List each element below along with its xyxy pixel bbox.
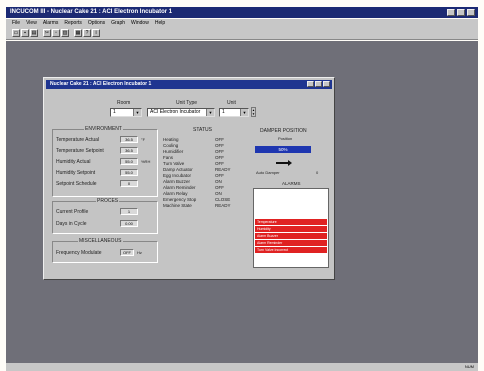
graph-icon[interactable]: ▦ [74,29,82,37]
chevron-down-icon: ▼ [133,109,141,116]
chevron-down-icon: ▼ [240,109,248,116]
unit-type-label: Unit Type [176,100,198,106]
humidity-setpoint-value[interactable]: 55.0 [120,169,138,176]
unit-spinner[interactable]: ▲ ▼ [251,107,256,117]
setpoint-schedule-label: Setpoint Schedule [56,181,97,187]
frequency-modulate-value: OFF [120,249,134,256]
frequency-modulate-label: Frequency Modulate [56,250,102,256]
status-humidifier: Humidifier OFF [163,149,224,154]
alarm-item[interactable]: Turn Valve Incorrect [255,247,327,253]
alarm-item[interactable] [255,198,327,204]
paste-icon[interactable]: ▥ [61,29,69,37]
status-egg-incubator: Egg Incubator OFF [163,173,224,178]
alarm-item[interactable]: Alarm Reminder [255,240,327,246]
status-cooling: Cooling OFF [163,143,224,148]
status-machine-state: Machine State READY [163,203,231,208]
damper-title: DAMPER POSITION [260,128,307,134]
humidity-actual-value: 55.0 [120,158,138,165]
current-profile-value[interactable]: 1 [120,208,138,215]
unit-select[interactable]: 1 ▼ [219,108,249,117]
damper-position-bar: 50% [255,146,311,153]
dialog-title: Nuclear Cake 21 : ACI Electron Incubator… [50,81,152,87]
chevron-down-icon: ▼ [206,109,214,116]
status-bar: NUM [6,363,478,371]
menu-reports[interactable]: Reports [64,19,82,28]
menu-window[interactable]: Window [131,19,149,28]
temperature-setpoint-value[interactable]: 36.5 [120,147,138,154]
current-profile-label: Current Profile [56,209,89,215]
cut-icon[interactable]: ✂ [43,29,51,37]
help-icon[interactable]: ? [83,29,91,37]
status-heating: Heating OFF [163,137,224,142]
status-turn-valve: Turn Valve OFF [163,161,224,166]
unit-type-select[interactable]: ACI Electron Incubator ▼ [147,108,215,117]
copy-icon[interactable]: ▫ [52,29,60,37]
open-icon[interactable]: ▭ [12,29,20,37]
status-fans: Fans OFF [163,155,224,160]
menu-view[interactable]: View [26,19,37,28]
menu-help[interactable]: Help [155,19,165,28]
status-emergency-stop: Emergency Stop CLOSE [163,197,231,202]
alarm-item[interactable] [255,212,327,218]
alarm-item[interactable]: Temperature [255,219,327,225]
damper-arrow-icon [276,162,288,164]
alarms-list[interactable]: Temperature Humidity Alarm Buzzer Alarm … [253,188,329,268]
dialog-close-button[interactable] [323,81,330,87]
toolbar: ▭ ▪ ▤ ✂ ▫ ▥ ▦ ? i [6,28,478,40]
frequency-unit: Hz [137,250,142,255]
unit-label: Unit [227,100,236,106]
incubator-dialog: Nuclear Cake 21 : ACI Electron Incubator… [43,77,335,280]
alarms-title: ALARMS [282,181,301,186]
maximize-button[interactable] [457,9,465,16]
status-alarm-buzzer: Alarm Buzzer ON [163,179,222,184]
dialog-maximize-button[interactable] [315,81,322,87]
environment-title: ENVIRONMENT [84,126,123,132]
days-in-cycle-label: Days in Cycle [56,221,87,227]
dialog-titlebar: Nuclear Cake 21 : ACI Electron Incubator… [46,80,332,89]
minimize-button[interactable] [447,9,455,16]
room-select[interactable]: 1 ▼ [110,108,142,117]
status-alarm-relay: Alarm Relay ON [163,191,222,196]
temperature-actual-value: 36.5 [120,136,138,143]
alarm-item[interactable]: Alarm Buzzer [255,233,327,239]
humidity-actual-label: Humidity Actual [56,159,91,165]
damper-status: Position [278,136,293,141]
proces-title: PROCES [96,198,120,204]
print-icon[interactable]: ▤ [30,29,38,37]
dialog-minimize-button[interactable] [307,81,314,87]
menu-file[interactable]: File [12,19,20,28]
setpoint-schedule-value[interactable]: 0 [120,180,138,187]
days-in-cycle-value: 0.00 [120,220,138,227]
auto-damper-value: 0 [316,170,319,175]
auto-damper-label: Auto Damper [256,170,280,175]
menu-alarms[interactable]: Alarms [43,19,59,28]
temperature-unit: °F [141,137,146,142]
app-titlebar: INCUCOM III - Nuclear Cake 21 : ACI Elec… [6,7,478,18]
menu-graph[interactable]: Graph [111,19,125,28]
humidity-setpoint-label: Humidity Setpoint [56,170,96,176]
room-label: Room [117,100,131,106]
humidity-unit: %RH [141,159,151,164]
app-title: INCUCOM III - Nuclear Cake 21 : ACI Elec… [10,9,173,15]
about-icon[interactable]: i [92,29,100,37]
alarm-item[interactable] [255,191,327,197]
save-icon[interactable]: ▪ [21,29,29,37]
status-title: STATUS [192,127,213,133]
menu-options[interactable]: Options [88,19,105,28]
proces-group [52,201,158,234]
status-num: NUM [464,364,474,369]
menu-bar: File View Alarms Reports Options Graph W… [6,19,478,28]
miscellaneous-title: MISCELLANEOUS [78,238,123,244]
close-button[interactable] [467,9,475,16]
temperature-setpoint-label: Temperature Setpoint [56,148,104,154]
temperature-actual-label: Temperature Actual [56,137,100,143]
alarm-item[interactable] [255,205,327,211]
status-damp-actuator: Damp Actuator READY [163,167,231,172]
alarm-item[interactable]: Humidity [255,226,327,232]
arrow-head-icon [288,160,292,166]
desktop-screen: INCUCOM III - Nuclear Cake 21 : ACI Elec… [0,0,484,371]
status-alarm-reminder: Alarm Reminder OFF [163,185,224,190]
